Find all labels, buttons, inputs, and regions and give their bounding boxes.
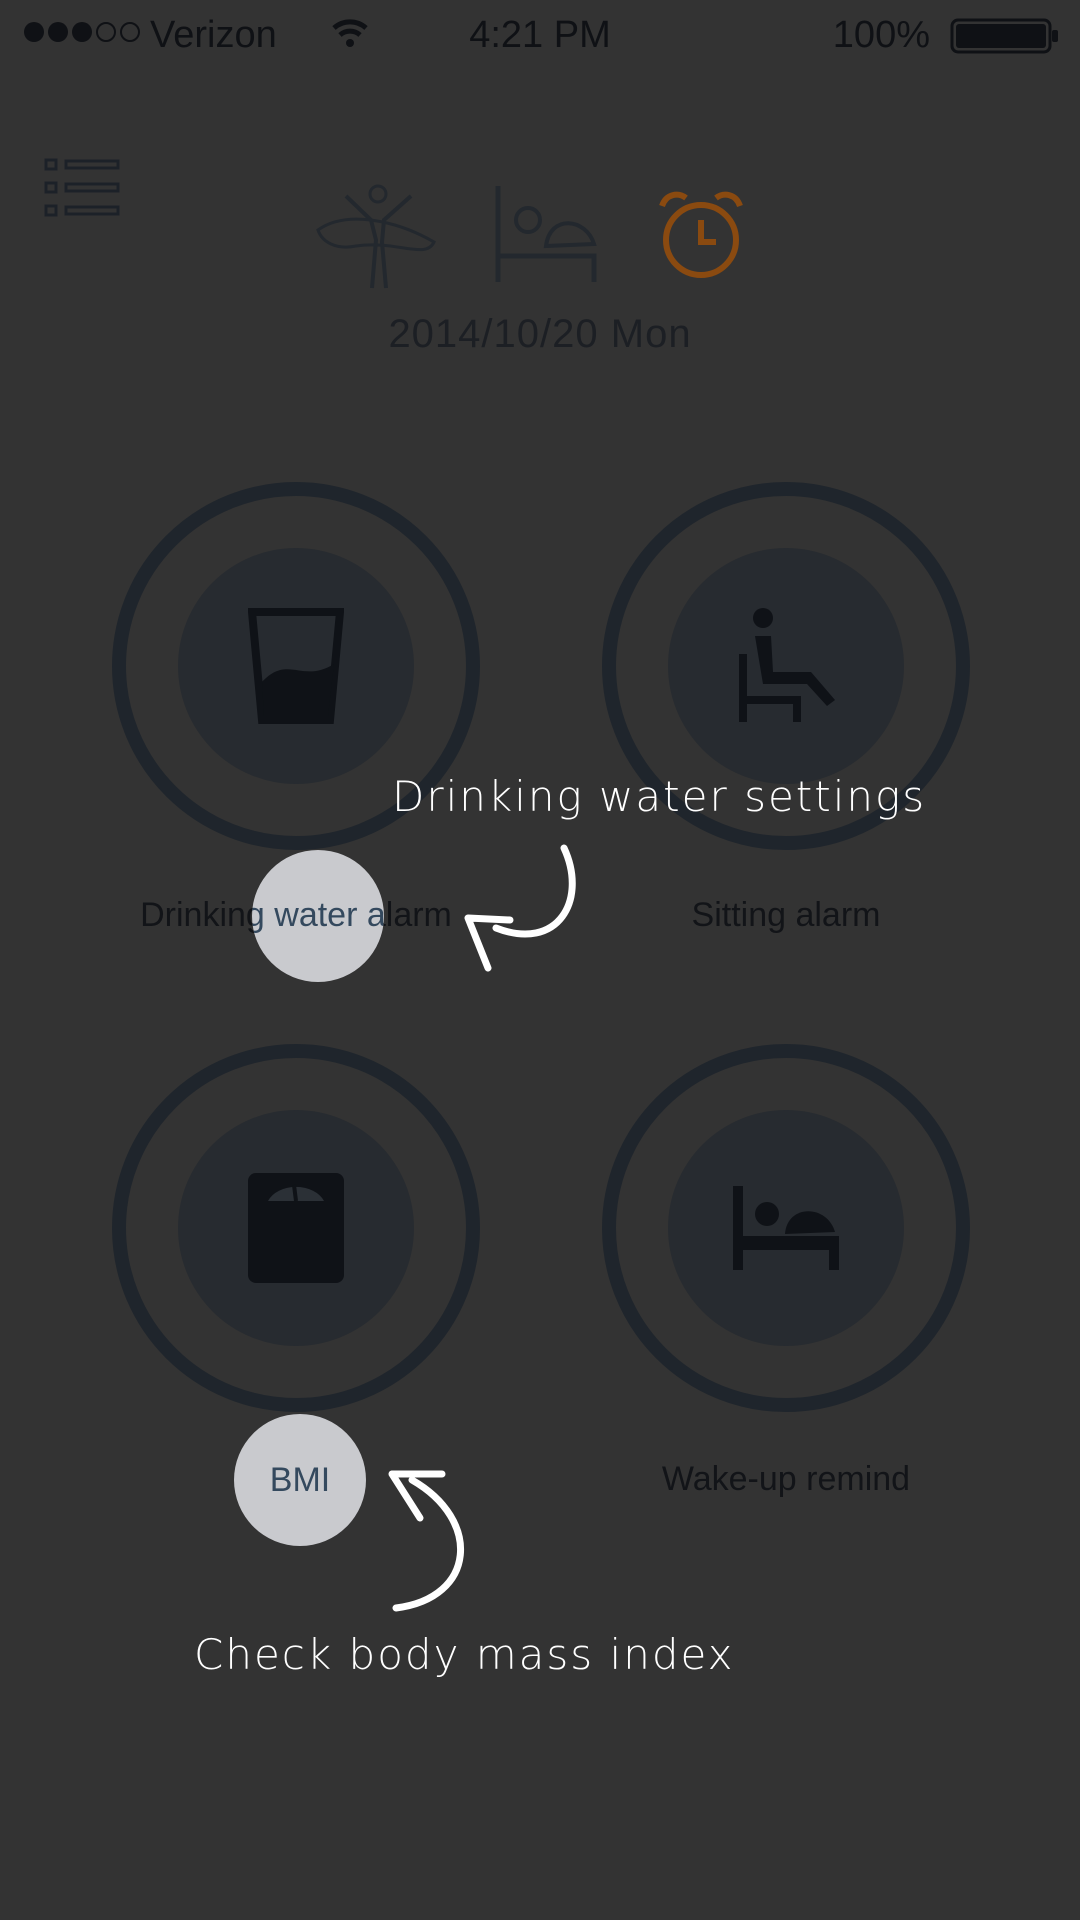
- sleep-icon[interactable]: [494, 184, 600, 284]
- wake-up-tile[interactable]: [602, 1044, 970, 1412]
- water-settings-hint: Drinking water settings: [392, 772, 927, 821]
- bmi-spotlight[interactable]: BMI: [234, 1414, 366, 1546]
- water-glass-icon: [248, 608, 344, 724]
- curved-arrow-icon-2: [388, 1470, 464, 1612]
- bmi-tile[interactable]: [112, 1044, 480, 1412]
- status-bar: Verizon 4:21 PM 100%: [0, 0, 1080, 70]
- bed-icon: [733, 1186, 839, 1270]
- wake-up-label: Wake-up remind: [661, 1460, 911, 1498]
- alarm-clock-icon[interactable]: [656, 190, 746, 282]
- battery-icon: [950, 18, 1058, 54]
- curved-arrow-icon: [464, 844, 576, 972]
- scale-icon: [248, 1173, 344, 1283]
- battery-percent: 100%: [832, 14, 930, 56]
- bmi-hint: Check body mass index: [194, 1630, 735, 1679]
- current-date: 2014/10/20 Mon: [388, 312, 692, 356]
- mode-selector: [0, 180, 1080, 300]
- water-settings-spotlight[interactable]: [252, 850, 384, 982]
- sitting-icon: [739, 608, 835, 722]
- sitting-alarm-label: Sitting alarm: [691, 896, 881, 934]
- bmi-spotlight-label: BMI: [269, 1460, 331, 1499]
- exercise-icon[interactable]: [316, 180, 440, 292]
